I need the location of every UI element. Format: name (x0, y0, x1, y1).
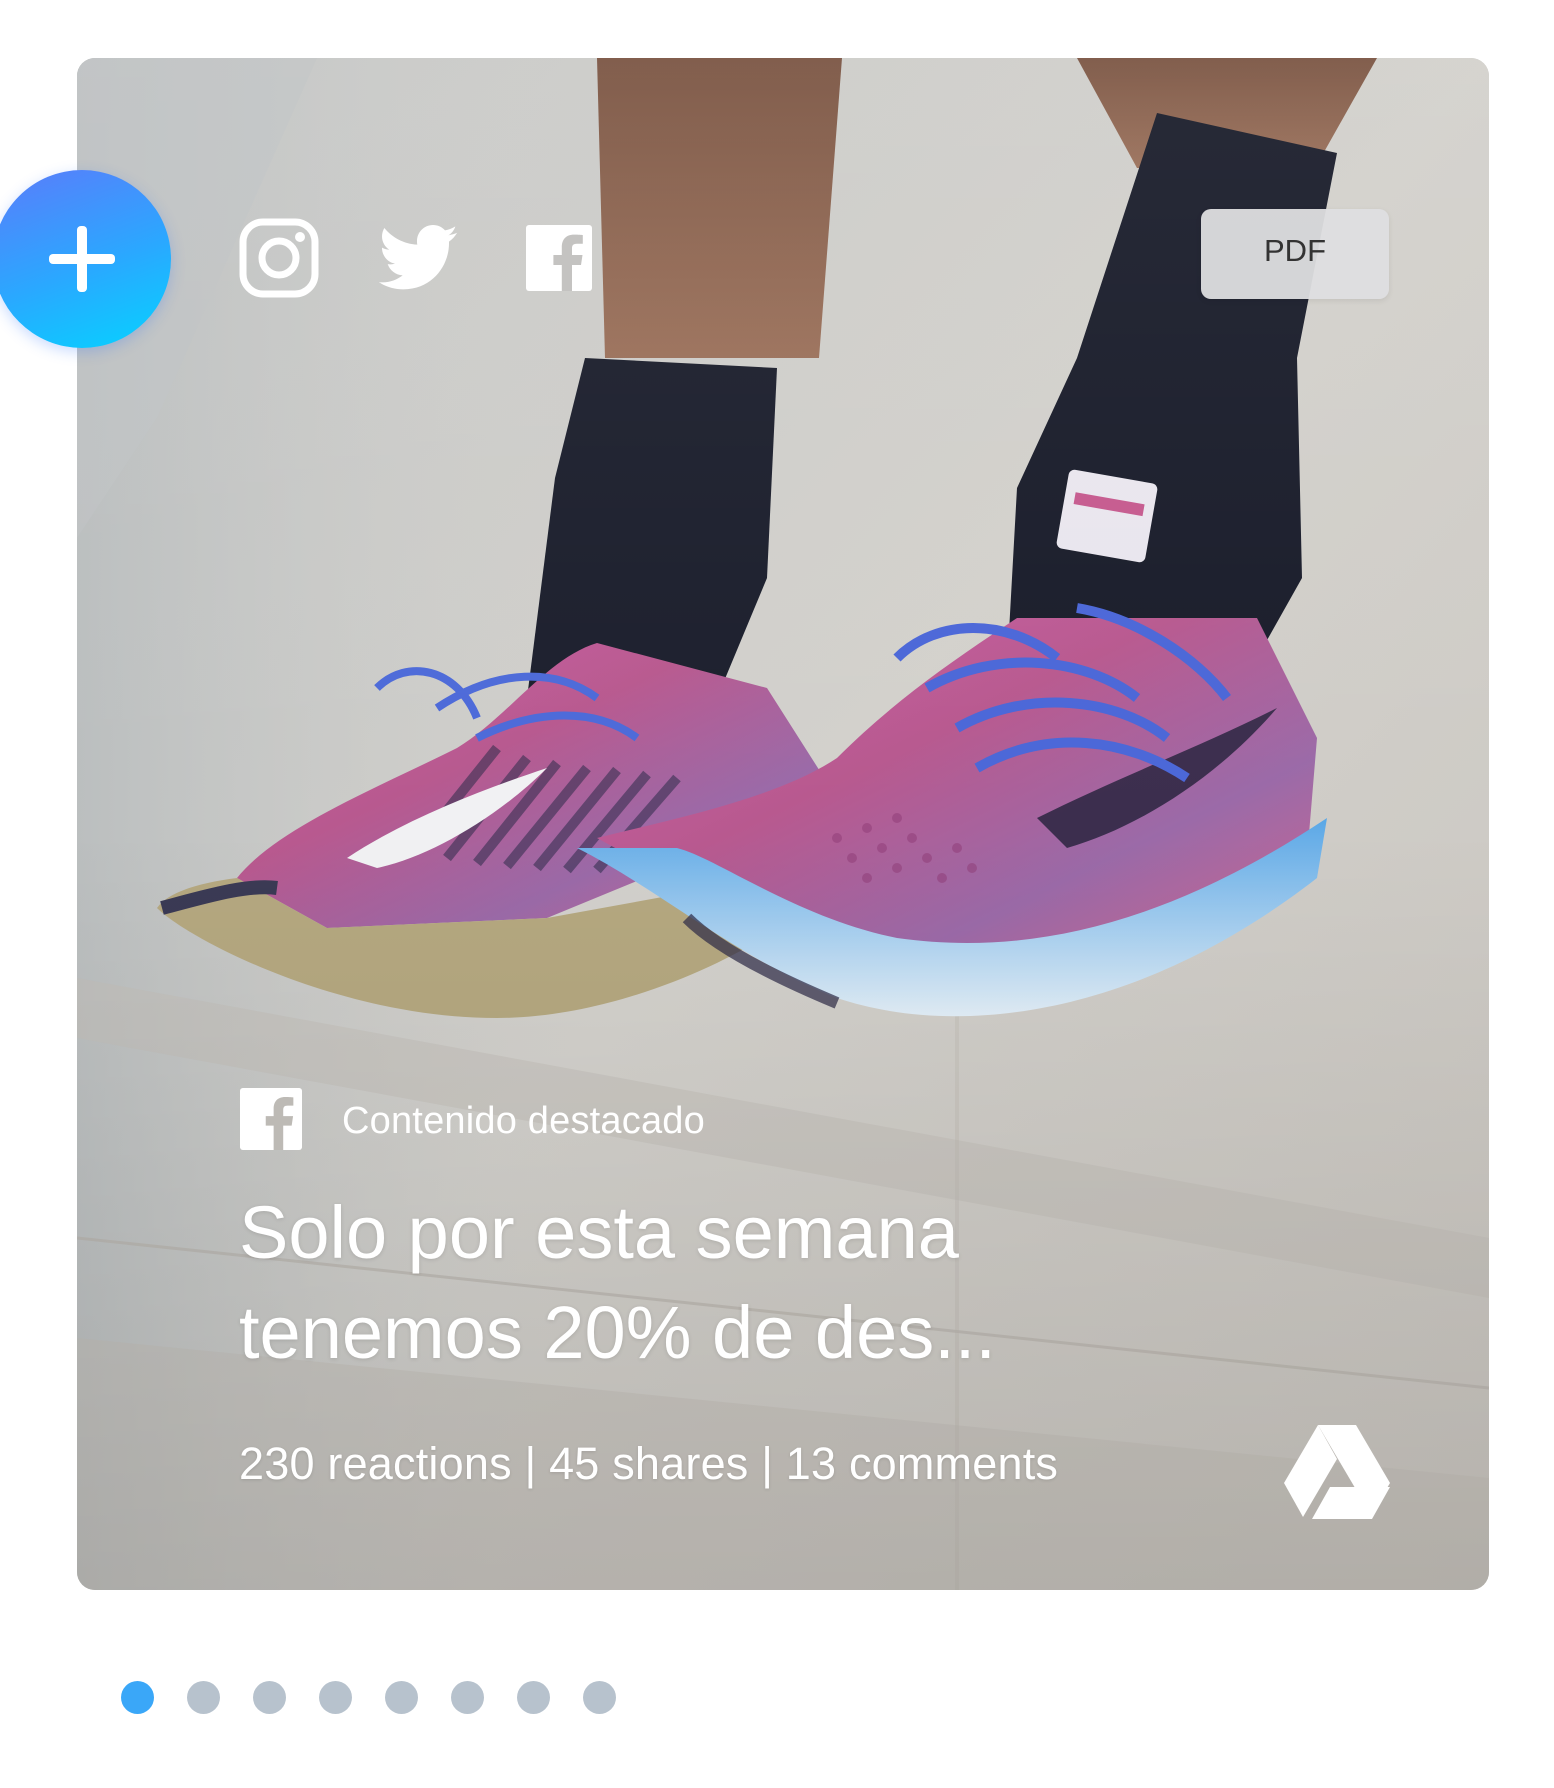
pagination-dot[interactable] (253, 1681, 286, 1714)
featured-source: Contenido destacado (240, 1088, 705, 1155)
facebook-icon (240, 1088, 302, 1155)
carousel-pagination (121, 1681, 616, 1714)
pagination-dot[interactable] (319, 1681, 352, 1714)
pagination-dot[interactable] (451, 1681, 484, 1714)
google-drive-icon[interactable] (1282, 1423, 1392, 1519)
twitter-icon[interactable] (379, 218, 459, 298)
social-share-bar (239, 218, 599, 298)
instagram-icon[interactable] (239, 218, 319, 298)
post-carousel: PDF Contenido destacado Solo por esta se… (0, 0, 1554, 1788)
pagination-dot[interactable] (583, 1681, 616, 1714)
pagination-dot[interactable] (517, 1681, 550, 1714)
pdf-button[interactable]: PDF (1201, 209, 1389, 299)
featured-label: Contenido destacado (342, 1100, 705, 1142)
facebook-icon[interactable] (519, 218, 599, 298)
pagination-dot[interactable] (385, 1681, 418, 1714)
pagination-dot[interactable] (187, 1681, 220, 1714)
post-title[interactable]: Solo por esta semana tenemos 20% de des.… (239, 1183, 1199, 1383)
add-button[interactable] (0, 170, 171, 348)
post-card[interactable]: PDF Contenido destacado Solo por esta se… (77, 58, 1489, 1590)
pagination-dot-active[interactable] (121, 1681, 154, 1714)
post-stats: 230 reactions | 45 shares | 13 comments (239, 1438, 1059, 1489)
plus-icon (49, 226, 115, 292)
